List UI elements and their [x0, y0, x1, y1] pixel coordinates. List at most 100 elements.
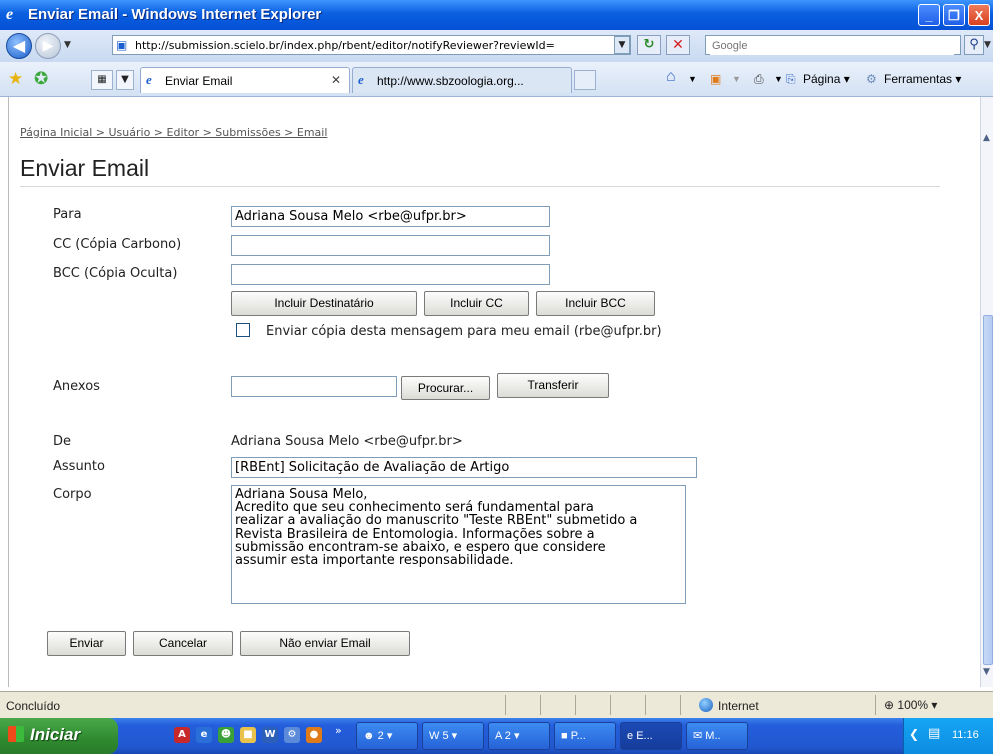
ie-quicklaunch-icon[interactable]: e	[196, 727, 212, 743]
chat-icon: ☻	[363, 730, 378, 742]
taskbar-item-ie[interactable]: e E...	[620, 722, 682, 750]
messenger-quicklaunch-icon[interactable]: ☻	[218, 727, 234, 743]
settings-quicklaunch-icon[interactable]: ⚙	[284, 727, 300, 743]
page-title: Enviar Email	[20, 155, 150, 181]
page-menu-icon: ⎘	[786, 72, 796, 86]
cancel-button[interactable]: Cancelar	[133, 631, 233, 656]
tab-label: Enviar Email	[165, 74, 233, 88]
page-menu[interactable]: Página ▾	[803, 72, 850, 86]
content-border	[8, 97, 9, 687]
quick-tabs-icon[interactable]: ▦	[91, 70, 113, 90]
ie-icon: e	[627, 730, 637, 742]
start-button[interactable]: Iniciar	[0, 718, 118, 754]
search-box[interactable]	[705, 35, 961, 55]
history-dropdown-icon[interactable]: ▼	[64, 40, 71, 50]
from-label: De	[53, 434, 72, 449]
taskbar-item-folder[interactable]: ■ P...	[554, 722, 616, 750]
gear-icon: ⚙	[866, 72, 877, 86]
taskbar-item-acrobat[interactable]: A 2 ▾	[488, 722, 550, 750]
feeds-icon[interactable]: ▣	[710, 72, 721, 86]
tab-label: http://www.sbzoologia.org...	[377, 74, 524, 88]
tab-list-dropdown-icon[interactable]: ▼	[116, 70, 134, 90]
tools-menu[interactable]: Ferramentas ▾	[884, 72, 961, 86]
from-value: Adriana Sousa Melo <rbe@ufpr.br>	[231, 434, 463, 449]
scroll-up-icon[interactable]: ▲	[983, 133, 993, 147]
print-dropdown-icon[interactable]: ▼	[774, 74, 783, 84]
bcc-field[interactable]	[231, 264, 550, 285]
taskbar-item-mail[interactable]: ✉ M..	[686, 722, 748, 750]
home-dropdown-icon[interactable]: ▼	[688, 74, 697, 84]
stop-icon[interactable]: ✕	[666, 35, 690, 55]
to-label: Para	[53, 207, 82, 222]
close-tab-icon[interactable]: ✕	[331, 73, 341, 87]
network-tray-icon[interactable]: ▤	[928, 726, 940, 741]
add-bcc-button[interactable]: Incluir BCC	[536, 291, 655, 316]
tab-toolbar: ★ ✪ ▦ ▼ e Enviar Email ✕ e http://www.sb…	[0, 62, 993, 97]
zoom-dropdown-icon: ▾	[928, 698, 938, 712]
maximize-button[interactable]: ❐	[943, 4, 965, 26]
add-recipient-button[interactable]: Incluir Destinatário	[231, 291, 417, 316]
word-quicklaunch-icon[interactable]: W	[262, 727, 278, 743]
scroll-down-icon[interactable]: ▼	[983, 667, 993, 681]
status-divider	[505, 695, 506, 715]
taskbar-item-label: 5	[442, 730, 449, 742]
address-input[interactable]: ▣ http://submission.scielo.br/index.php/…	[112, 35, 631, 55]
attachment-file-field[interactable]	[231, 376, 397, 397]
folder-quicklaunch-icon[interactable]: ■	[240, 727, 256, 743]
taskbar-item-label: E...	[636, 730, 653, 742]
breadcrumb[interactable]: Página Inicial > Usuário > Editor > Subm…	[20, 126, 327, 139]
address-dropdown-icon[interactable]: ▼	[614, 36, 630, 54]
media-quicklaunch-icon[interactable]: ●	[306, 727, 322, 743]
feeds-dropdown-icon[interactable]: ▼	[732, 74, 741, 84]
taskbar-item-label: P...	[570, 730, 586, 742]
status-divider	[645, 695, 646, 715]
folder-icon: ■	[561, 730, 571, 742]
security-zone[interactable]: Internet	[699, 698, 759, 713]
print-icon[interactable]: ⎙	[754, 72, 764, 87]
browse-button[interactable]: Procurar...	[401, 376, 490, 400]
new-tab-button[interactable]	[574, 70, 596, 90]
taskbar-item-label: 2	[377, 730, 384, 742]
send-button[interactable]: Enviar	[47, 631, 126, 656]
acrobat-icon: A	[495, 730, 505, 742]
scrollbar-thumb[interactable]	[983, 315, 993, 665]
favorites-star-icon[interactable]: ★	[8, 69, 23, 89]
send-copy-checkbox[interactable]	[236, 323, 250, 337]
status-divider	[540, 695, 541, 715]
tab-sbzoologia[interactable]: e http://www.sbzoologia.org...	[352, 67, 572, 93]
add-cc-button[interactable]: Incluir CC	[424, 291, 529, 316]
windows-logo-icon	[8, 726, 24, 742]
search-dropdown-icon[interactable]: ▼	[984, 40, 991, 50]
forward-button[interactable]: ▶	[35, 33, 61, 59]
ie-page-icon: e	[358, 72, 364, 87]
minimize-button[interactable]: _	[918, 4, 940, 26]
close-button[interactable]: X	[968, 4, 990, 26]
taskbar-item-label: 2	[504, 730, 511, 742]
refresh-icon[interactable]: ↻	[637, 35, 661, 55]
add-favorites-icon[interactable]: ✪	[34, 69, 48, 89]
zone-label: Internet	[718, 699, 759, 713]
home-icon[interactable]: ⌂	[666, 68, 676, 86]
status-divider	[875, 695, 876, 715]
attachments-label: Anexos	[53, 379, 100, 394]
zoom-control[interactable]: ⊕ 100% ▾	[884, 698, 937, 712]
tray-expand-icon[interactable]: ❮	[909, 727, 919, 741]
taskbar-item-chat[interactable]: ☻ 2 ▾	[356, 722, 418, 750]
title-bar[interactable]: e Enviar Email - Windows Internet Explor…	[0, 0, 993, 30]
quicklaunch-overflow-icon[interactable]: »	[335, 724, 342, 737]
taskbar-item-word[interactable]: W 5 ▾	[422, 722, 484, 750]
search-input[interactable]	[710, 37, 954, 55]
tab-enviar-email[interactable]: e Enviar Email ✕	[140, 67, 350, 93]
to-field[interactable]: Adriana Sousa Melo <rbe@ufpr.br>	[231, 206, 550, 227]
taskbar-item-label: M..	[705, 730, 721, 742]
back-button[interactable]: ◀	[6, 33, 32, 59]
title-divider	[20, 186, 940, 187]
upload-button[interactable]: Transferir	[497, 373, 609, 398]
cc-field[interactable]	[231, 235, 550, 256]
skip-email-button[interactable]: Não enviar Email	[240, 631, 410, 656]
body-textarea[interactable]: Adriana Sousa Melo, Acredito que seu con…	[231, 485, 686, 604]
address-url: http://submission.scielo.br/index.php/rb…	[135, 39, 555, 52]
subject-field[interactable]: [RBEnt] Solicitação de Avaliação de Arti…	[231, 457, 697, 478]
search-icon[interactable]: ⚲	[964, 35, 984, 55]
acrobat-quicklaunch-icon[interactable]: A	[174, 727, 190, 743]
